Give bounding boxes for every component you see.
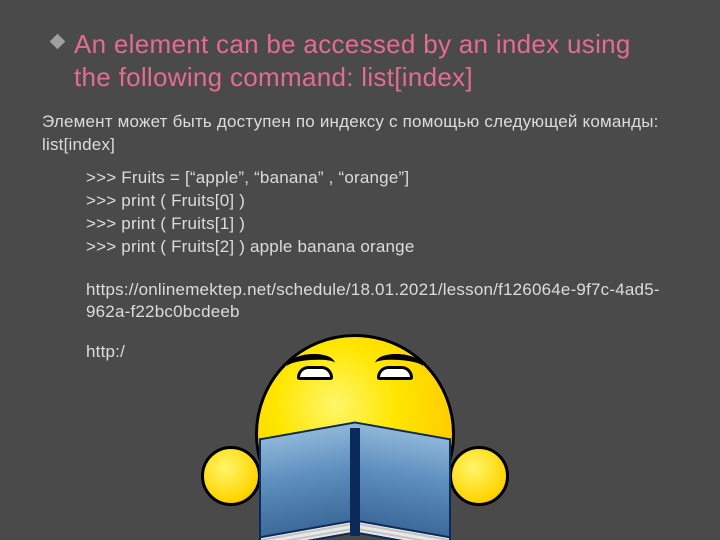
link-1: https://onlinemektep.net/schedule/18.01.… — [86, 279, 660, 323]
code-example: >>> Fruits = [“apple”, “banana” , “orang… — [86, 167, 660, 259]
slide: An element can be accessed by an index u… — [0, 0, 720, 540]
code-line-3: >>> print ( Fruits[1] ) — [86, 213, 660, 236]
emoji-hand-icon — [201, 446, 261, 506]
slide-title: An element can be accessed by an index u… — [74, 28, 660, 93]
title-bullet-icon — [50, 34, 66, 50]
code-line-2: >>> print ( Fruits[0] ) — [86, 190, 660, 213]
code-line-1: >>> Fruits = [“apple”, “banana” , “orang… — [86, 167, 660, 190]
reading-emoji-image — [205, 358, 505, 534]
code-line-4: >>> print ( Fruits[2] ) apple banana ora… — [86, 236, 660, 259]
emoji-hand-icon — [449, 446, 509, 506]
emoji-book-icon — [255, 428, 455, 536]
slide-subtitle-ru: Элемент может быть доступен по индексу с… — [42, 111, 680, 157]
